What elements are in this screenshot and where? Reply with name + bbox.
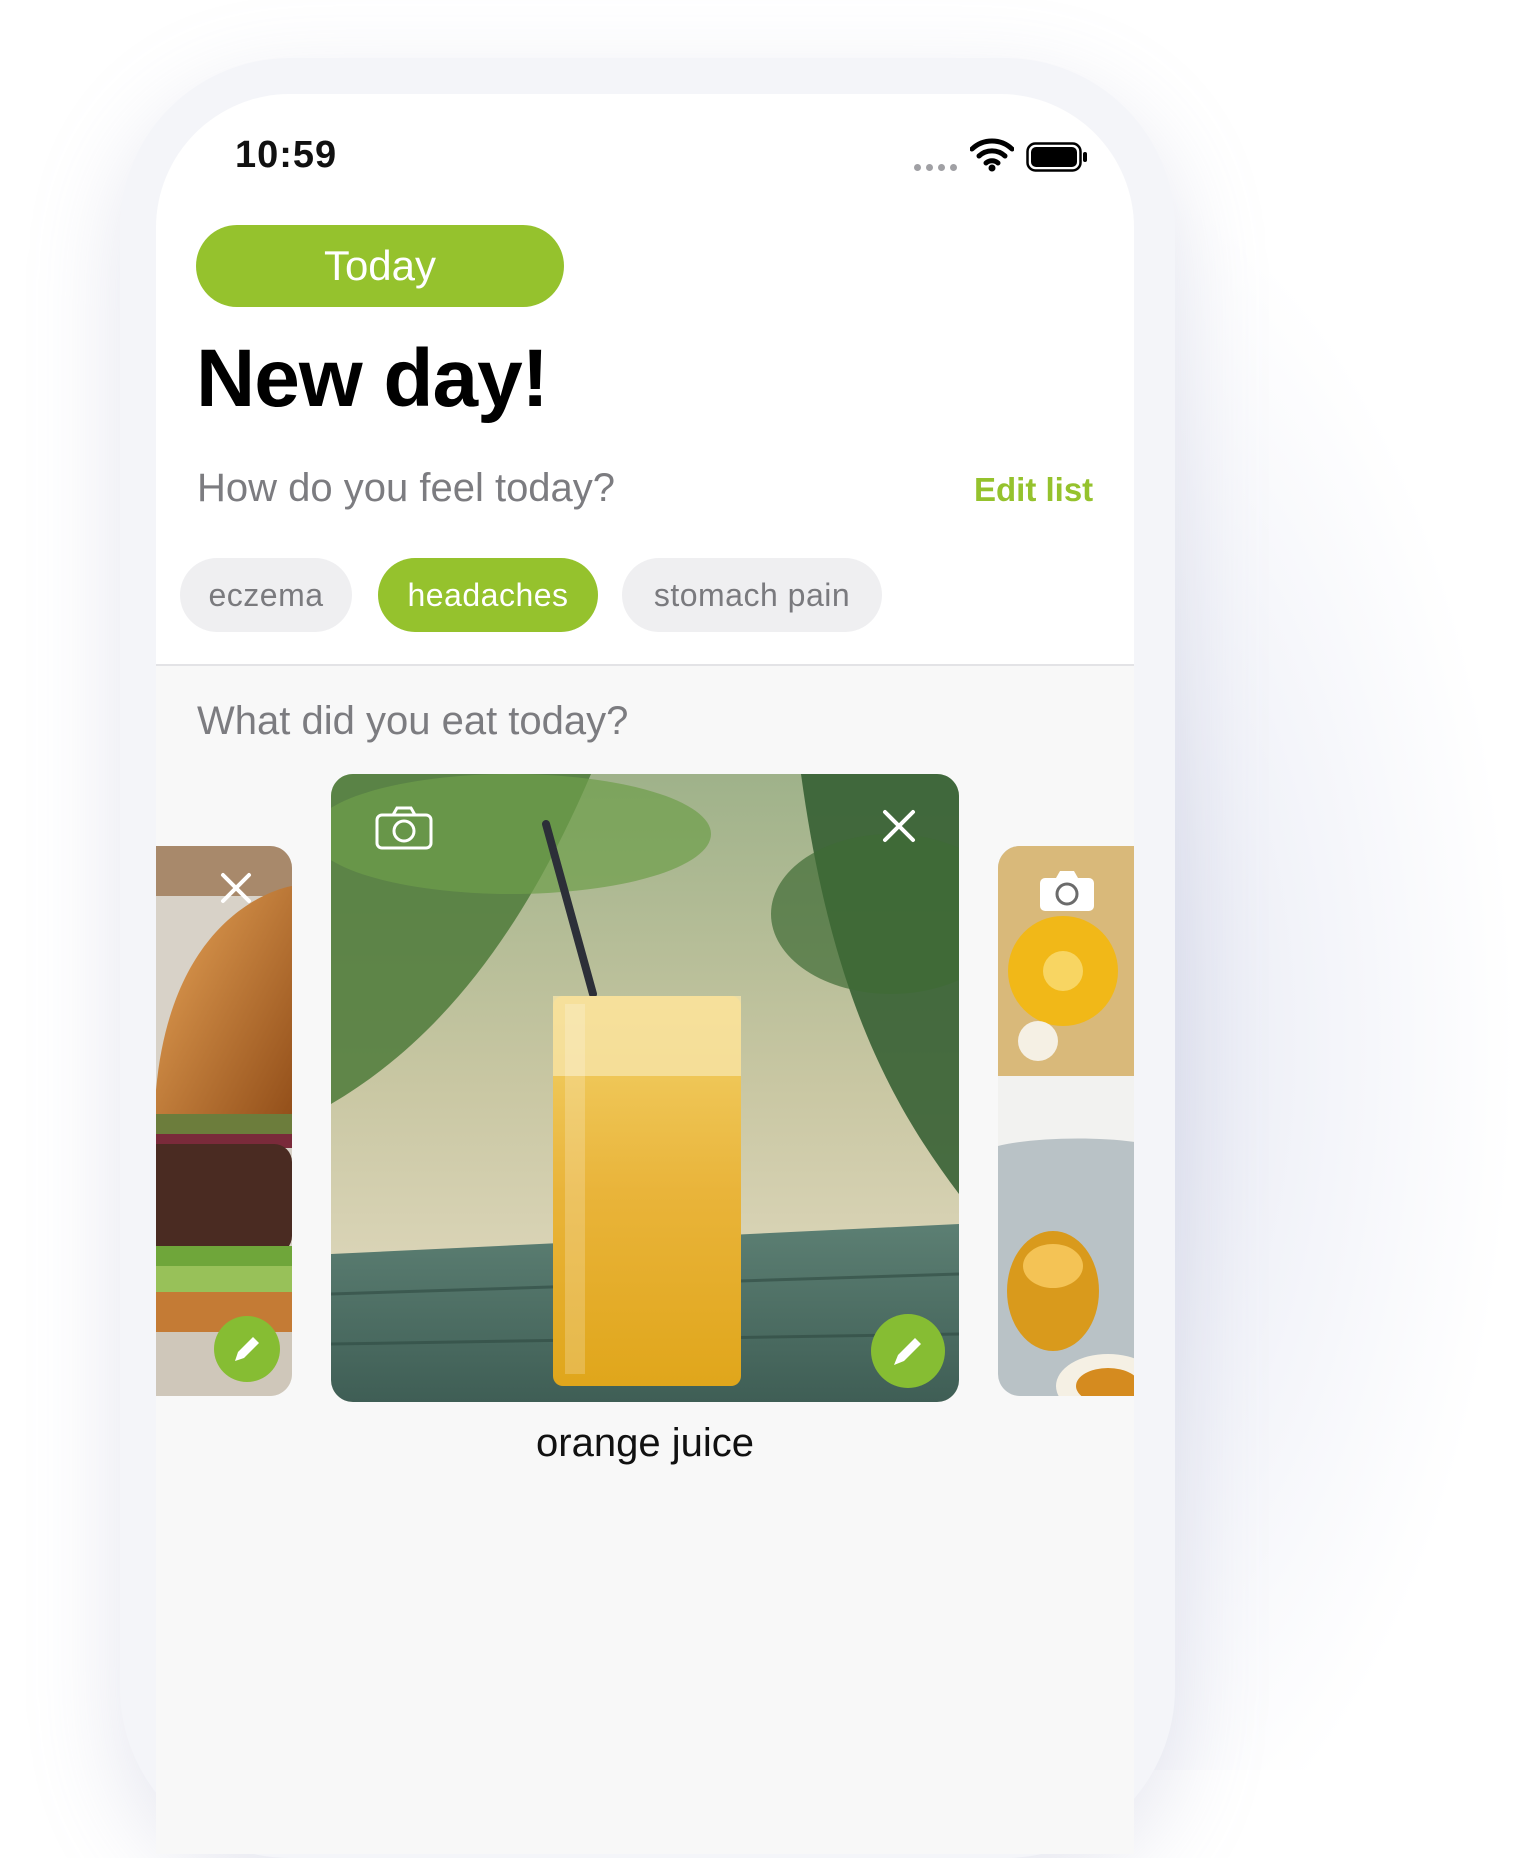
battery-icon xyxy=(1026,142,1087,172)
burger-photo xyxy=(156,846,292,1396)
edit-icon[interactable] xyxy=(871,1314,945,1388)
app-screen: 10:59 Today New day! How do you feel tod… xyxy=(156,94,1134,1854)
status-time: 10:59 xyxy=(235,134,338,176)
selected-food-name: orange juice xyxy=(536,1421,754,1465)
symptom-chip-headaches[interactable]: headaches xyxy=(378,558,598,632)
edit-icon[interactable] xyxy=(214,1316,280,1382)
camera-icon[interactable] xyxy=(375,804,433,852)
symptom-panel: 10:59 Today New day! How do you feel tod… xyxy=(156,94,1134,666)
today-button[interactable]: Today xyxy=(196,225,564,307)
camera-icon[interactable] xyxy=(1036,868,1098,914)
food-card-pancake[interactable] xyxy=(998,846,1134,1396)
edit-list-button[interactable]: Edit list xyxy=(974,471,1093,509)
pancake-photo xyxy=(998,846,1134,1396)
wifi-icon xyxy=(970,138,1014,172)
close-icon[interactable] xyxy=(216,868,256,908)
cellular-signal-icon xyxy=(914,164,957,171)
feel-question: How do you feel today? xyxy=(197,466,616,510)
food-question: What did you eat today? xyxy=(197,699,629,743)
page-title: New day! xyxy=(196,333,549,424)
food-card-orange-juice[interactable] xyxy=(331,774,959,1402)
symptom-chip-eczema[interactable]: eczema xyxy=(180,558,352,632)
symptom-chip-stomach-pain[interactable]: stomach pain xyxy=(622,558,882,632)
orange-juice-photo xyxy=(331,774,959,1402)
close-icon[interactable] xyxy=(877,804,921,848)
food-card-burger[interactable] xyxy=(156,846,292,1396)
